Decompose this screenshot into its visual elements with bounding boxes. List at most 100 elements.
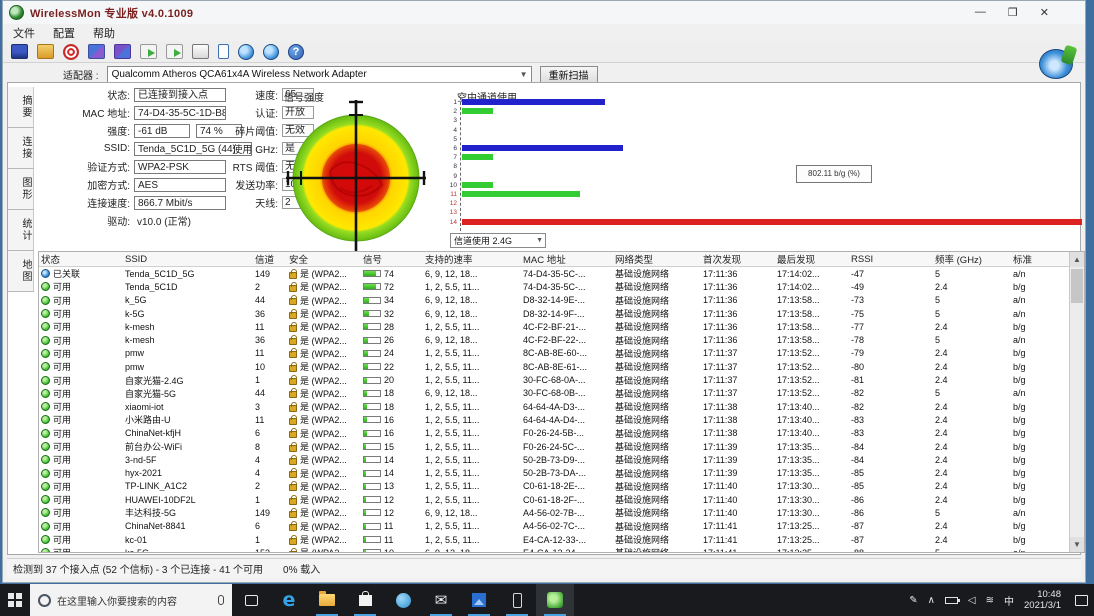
- menu-item-2[interactable]: 帮助: [93, 25, 115, 41]
- menu-item-1[interactable]: 配置: [53, 25, 75, 41]
- pen-icon[interactable]: ✎: [909, 595, 917, 606]
- menu-item-0[interactable]: 文件: [13, 25, 35, 41]
- export-icon[interactable]: [140, 44, 157, 59]
- netcopy-icon[interactable]: [114, 44, 131, 59]
- scrollbar-thumb[interactable]: [1071, 269, 1083, 303]
- column-header[interactable]: MAC 地址: [521, 252, 613, 266]
- store-icon: [358, 590, 372, 606]
- channel-band-combobox[interactable]: 信道使用 2.4G ▼: [450, 233, 546, 248]
- table-row[interactable]: 可用 k-mesh 11 是 (WPA2... 28 1, 2, 5.5, 11... 4C…: [39, 320, 1084, 333]
- table-row[interactable]: 可用kc-5G153是 (WPA2...106, 9, 12, 18...E4-…: [39, 546, 1084, 552]
- tab-统计[interactable]: 统计: [8, 210, 34, 251]
- taskbar-app-folder[interactable]: [308, 584, 346, 616]
- column-header[interactable]: 网络类型: [613, 252, 701, 266]
- table-row[interactable]: 可用 前台办公-WiFi 8 是 (WPA2... 15 1, 2, 5.5, 11...…: [39, 440, 1084, 453]
- chart-legend: 802.11 b/g (%): [796, 165, 872, 183]
- save-icon[interactable]: [11, 44, 28, 59]
- table-row[interactable]: 可用 ChinaNet-kfjH 6 是 (WPA2... 16 1, 2, 5.5, 1…: [39, 427, 1084, 440]
- table-row[interactable]: 可用 hyx-2021 4 是 (WPA2... 14 1, 2, 5.5, 11... 5…: [39, 466, 1084, 479]
- column-header[interactable]: 频率 (GHz): [933, 252, 1011, 266]
- target-icon[interactable]: [63, 43, 79, 60]
- web-icon[interactable]: [238, 43, 254, 60]
- table-row[interactable]: 可用 自家光猫-2.4G 1 是 (WPA2... 20 1, 2, 5.5, 11...…: [39, 373, 1084, 386]
- taskbar-app-taskview[interactable]: [232, 584, 270, 616]
- chevron-down-icon[interactable]: ▼: [536, 237, 545, 244]
- table-row[interactable]: 可用 自家光猫-5G 44 是 (WPA2... 18 6, 9, 12, 18... 30…: [39, 387, 1084, 400]
- taskbar-search[interactable]: 在这里输入你要搜索的内容: [30, 584, 232, 616]
- table-row[interactable]: 可用 3-nd-5F 4 是 (WPA2... 14 1, 2, 5.5, 11... 50…: [39, 453, 1084, 466]
- tab-地图[interactable]: 地图: [8, 251, 34, 292]
- table-row[interactable]: 可用 丰达科技-5G 149 是 (WPA2... 12 6, 9, 12, 18... A…: [39, 506, 1084, 519]
- taskbar-app-phone[interactable]: [498, 584, 536, 616]
- column-header[interactable]: 安全: [287, 252, 361, 266]
- table-row[interactable]: 可用 k-5G 36 是 (WPA2... 32 6, 9, 12, 18... D8-32…: [39, 307, 1084, 320]
- ap-table-header[interactable]: 状态 SSID 信道 安全 信号 支持的速率 MAC 地址 网络类型 首次发现 最后发现 RSSI 频…: [39, 252, 1084, 267]
- tab-摘要[interactable]: 摘要: [8, 87, 34, 128]
- table-row[interactable]: 可用 k-mesh 36 是 (WPA2... 26 6, 9, 12, 18... 4C-…: [39, 333, 1084, 346]
- network-icon[interactable]: ≋: [986, 595, 994, 606]
- column-header[interactable]: 首次发现: [701, 252, 775, 266]
- column-header[interactable]: 信号: [361, 252, 423, 266]
- taskbar-app-greenapp[interactable]: [536, 584, 574, 616]
- table-row[interactable]: 可用 Tenda_5C1D 2 是 (WPA2... 72 1, 2, 5.5, 11..…: [39, 280, 1084, 293]
- signal-bar-icon: [363, 549, 381, 552]
- chevron-down-icon[interactable]: ▼: [517, 70, 531, 79]
- available-dot-icon: [41, 521, 50, 531]
- minimize-button[interactable]: —: [975, 6, 986, 19]
- column-header[interactable]: SSID: [123, 254, 253, 265]
- column-header[interactable]: 支持的速率: [423, 252, 521, 266]
- column-header[interactable]: 最后发现: [775, 252, 849, 266]
- padlock-icon: [289, 441, 297, 452]
- action-center-icon[interactable]: [1075, 594, 1088, 606]
- close-button[interactable]: ✕: [1040, 6, 1049, 19]
- microphone-icon[interactable]: [218, 595, 224, 605]
- import-icon[interactable]: [166, 44, 183, 59]
- volume-icon[interactable]: ◁: [968, 595, 976, 606]
- editpage-icon[interactable]: [192, 44, 209, 59]
- taskbar-app-edge[interactable]: e: [270, 584, 308, 616]
- table-row[interactable]: 可用 ChinaNet-8841 6 是 (WPA2... 11 1, 2, 5.5, 1…: [39, 520, 1084, 533]
- table-row[interactable]: 可用 小米路由-U 11 是 (WPA2... 16 1, 2, 5.5, 11... 64…: [39, 413, 1084, 426]
- signal-bar-icon: [363, 443, 381, 450]
- column-header[interactable]: RSSI: [849, 254, 933, 265]
- globe-icon[interactable]: [263, 43, 279, 60]
- taskbar-apps: e ✉: [232, 584, 574, 616]
- taskbar-app-bluecircle[interactable]: [384, 584, 422, 616]
- tray-chevron-up-icon[interactable]: ∧: [928, 595, 935, 606]
- taskbar-app-photos[interactable]: [460, 584, 498, 616]
- table-row[interactable]: 可用 HUAWEI-10DF2L 1 是 (WPA2... 12 1, 2, 5.5, 1…: [39, 493, 1084, 506]
- table-row[interactable]: 可用 xiaomi-iot 3 是 (WPA2... 18 1, 2, 5.5, 11..…: [39, 400, 1084, 413]
- table-scrollbar[interactable]: ▲ ▼: [1069, 252, 1084, 552]
- battery-icon[interactable]: [944, 596, 960, 604]
- column-header[interactable]: 标准: [1011, 252, 1054, 266]
- column-header[interactable]: 信道: [253, 252, 287, 266]
- table-row[interactable]: 可用 pmw 11 是 (WPA2... 24 1, 2, 5.5, 11... 8C-AB…: [39, 347, 1084, 360]
- help-icon[interactable]: [288, 43, 304, 60]
- tab-图形[interactable]: 图形: [8, 169, 34, 210]
- padlock-icon: [289, 295, 297, 306]
- table-row[interactable]: 已关联 Tenda_5C1D_5G 149 是 (WPA2... 74 6, 9, 12,…: [39, 267, 1084, 280]
- adapter-combobox[interactable]: Qualcomm Atheros QCA61x4A Wireless Netwo…: [106, 66, 532, 83]
- tab-连接[interactable]: 连接: [8, 128, 34, 169]
- ap-table-body: 已关联 Tenda_5C1D_5G 149 是 (WPA2... 74 6, 9, 12,…: [39, 267, 1084, 552]
- table-row[interactable]: 可用 k_5G 44 是 (WPA2... 34 6, 9, 12, 18... D8-32…: [39, 294, 1084, 307]
- taskbar-app-mail[interactable]: ✉: [422, 584, 460, 616]
- open-icon[interactable]: [37, 44, 54, 59]
- column-header[interactable]: 状态: [39, 252, 123, 266]
- phone-icon[interactable]: [218, 44, 229, 59]
- table-row[interactable]: 可用 kc-01 1 是 (WPA2... 11 1, 2, 5.5, 11... E4-C…: [39, 533, 1084, 546]
- maximize-button[interactable]: ❒: [1008, 6, 1018, 19]
- rescan-button[interactable]: 重新扫描: [539, 65, 598, 84]
- scroll-up-icon[interactable]: ▲: [1070, 252, 1084, 267]
- table-row[interactable]: 可用 pmw 10 是 (WPA2... 22 1, 2, 5.5, 11... 8C-AB…: [39, 360, 1084, 373]
- signal-bar-icon: [363, 522, 381, 530]
- field-value-box[interactable]: -61 dB: [134, 123, 190, 138]
- ime-icon[interactable]: 中: [1004, 593, 1014, 608]
- scroll-down-icon[interactable]: ▼: [1070, 537, 1084, 552]
- start-button[interactable]: [0, 584, 30, 616]
- netpair-icon[interactable]: [88, 44, 105, 59]
- app-logo-icon: [9, 5, 24, 20]
- taskbar-clock[interactable]: 10:48 2021/3/1: [1024, 589, 1061, 611]
- table-row[interactable]: 可用 TP-LINK_A1C2 2 是 (WPA2... 13 1, 2, 5.5, 11…: [39, 480, 1084, 493]
- taskbar-app-store[interactable]: [346, 584, 384, 616]
